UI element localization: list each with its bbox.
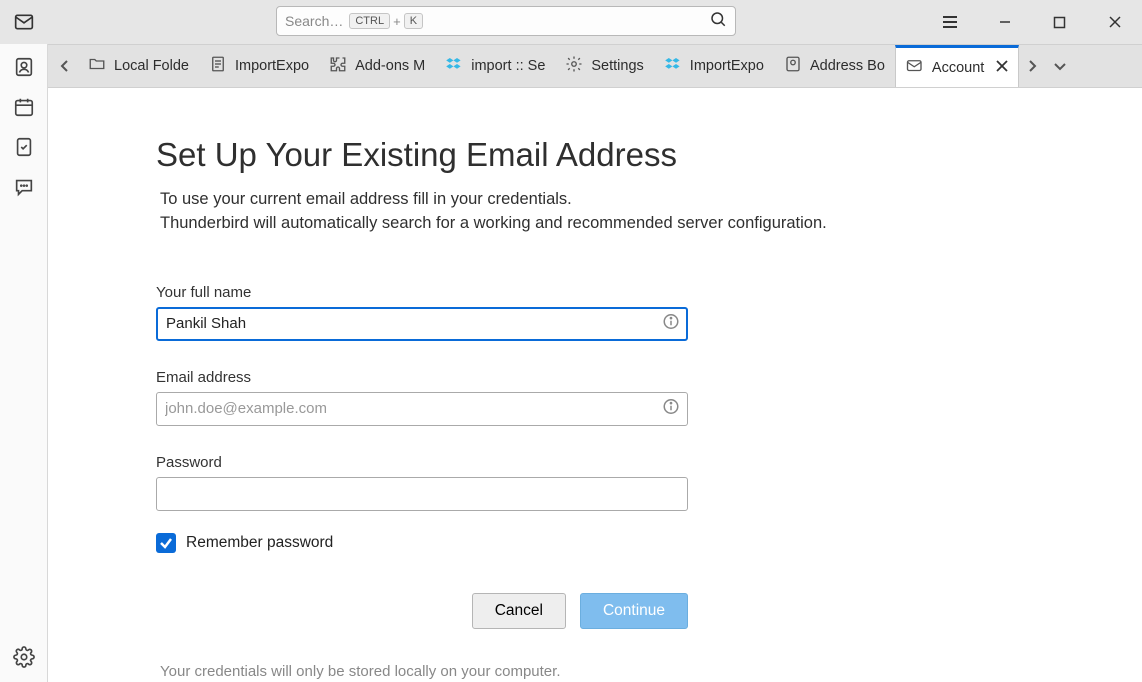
page-subtitle: To use your current email address fill i…	[156, 188, 1082, 236]
email-input[interactable]	[156, 392, 688, 426]
tab-importexport-1[interactable]: ImportExpo	[199, 45, 319, 87]
password-label: Password	[156, 454, 1082, 471]
credentials-footnote: Your credentials will only be stored loc…	[156, 663, 1082, 680]
remember-password-label: Remember password	[186, 534, 333, 552]
close-tab-icon[interactable]	[996, 60, 1008, 76]
settings-icon[interactable]	[13, 646, 35, 668]
info-icon[interactable]	[662, 397, 680, 420]
field-name: Your full name	[156, 284, 1082, 341]
close-window-button[interactable]	[1087, 0, 1142, 44]
address-book-icon	[784, 55, 802, 77]
tab-label: ImportExpo	[235, 58, 309, 74]
remember-password-checkbox[interactable]	[156, 533, 176, 553]
tab-scroll-left[interactable]	[52, 45, 78, 87]
titlebar: Search… CTRL + K	[0, 0, 1142, 44]
tab-addons[interactable]: Add-ons M	[319, 45, 435, 87]
document-icon	[209, 55, 227, 77]
tab-settings[interactable]: Settings	[555, 45, 653, 87]
tab-label: Address Bo	[810, 58, 885, 74]
puzzle-icon	[329, 55, 347, 77]
address-book-icon[interactable]	[13, 56, 35, 78]
tab-label: Add-ons M	[355, 58, 425, 74]
tab-label: Account	[932, 60, 984, 76]
spaces-toolbar	[0, 44, 48, 682]
tab-import-search[interactable]: import :: Se	[435, 45, 555, 87]
continue-button[interactable]: Continue	[580, 593, 688, 629]
button-row: Cancel Continue	[156, 593, 688, 629]
search-icon[interactable]	[709, 10, 727, 33]
mail-icon[interactable]	[0, 12, 48, 32]
tasks-icon[interactable]	[13, 136, 35, 158]
tabstrip: Local Folde ImportExpo Add-ons M import …	[48, 44, 1142, 88]
folder-icon	[88, 55, 106, 77]
remember-password-row[interactable]: Remember password	[156, 533, 1082, 553]
window-controls	[922, 0, 1142, 44]
tab-account-setup[interactable]: Account	[895, 45, 1019, 87]
minimize-button[interactable]	[977, 0, 1032, 44]
name-input[interactable]	[156, 307, 688, 341]
tab-local-folders[interactable]: Local Folde	[78, 45, 199, 87]
tab-importexport-2[interactable]: ImportExpo	[654, 45, 774, 87]
kbd-ctrl: CTRL	[349, 13, 390, 29]
tab-label: ImportExpo	[690, 58, 764, 74]
cancel-button[interactable]: Cancel	[472, 593, 566, 629]
tab-label: import :: Se	[471, 58, 545, 74]
page-title: Set Up Your Existing Email Address	[156, 136, 1082, 174]
app-menu-button[interactable]	[922, 0, 977, 44]
dropbox-icon	[664, 55, 682, 77]
tab-label: Settings	[591, 58, 643, 74]
calendar-icon[interactable]	[13, 96, 35, 118]
kbd-plus: +	[393, 14, 401, 29]
field-password: Password	[156, 454, 1082, 511]
tab-list-menu[interactable]	[1045, 45, 1075, 87]
account-setup-panel: Set Up Your Existing Email Address To us…	[48, 88, 1142, 682]
mail-settings-icon	[906, 57, 924, 79]
password-input[interactable]	[156, 477, 688, 511]
tab-address-book[interactable]: Address Bo	[774, 45, 895, 87]
search-placeholder: Search…	[285, 13, 343, 29]
global-search[interactable]: Search… CTRL + K	[276, 6, 736, 36]
kbd-k: K	[404, 13, 423, 29]
info-icon[interactable]	[662, 312, 680, 335]
tab-label: Local Folde	[114, 58, 189, 74]
chat-icon[interactable]	[13, 176, 35, 198]
gear-icon	[565, 55, 583, 77]
field-email: Email address	[156, 369, 1082, 426]
name-label: Your full name	[156, 284, 1082, 301]
dropbox-icon	[445, 55, 463, 77]
email-label: Email address	[156, 369, 1082, 386]
maximize-button[interactable]	[1032, 0, 1087, 44]
tab-scroll-right[interactable]	[1019, 45, 1045, 87]
